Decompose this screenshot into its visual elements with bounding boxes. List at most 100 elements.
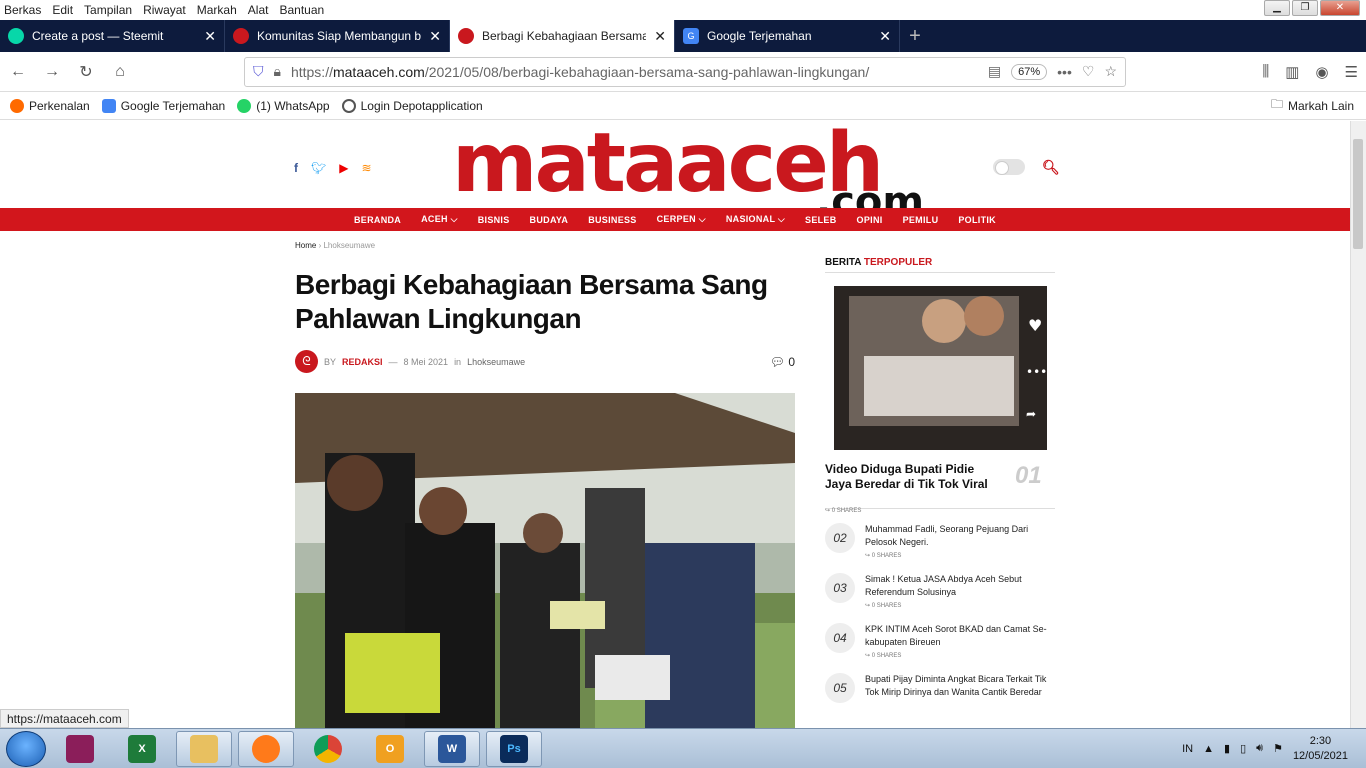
bookmark-label: Markah Lain (1287, 98, 1354, 113)
action-center-icon[interactable]: ⚑ (1273, 742, 1283, 755)
close-tab-icon[interactable]: ✕ (879, 28, 891, 45)
tab-steemit[interactable]: Create a post — Steemit ✕ (0, 20, 225, 52)
nav-budaya[interactable]: BUDAYA (530, 215, 569, 225)
reload-icon[interactable]: ↻ (76, 62, 96, 82)
tab-mataaceh[interactable]: Berbagi Kebahagiaan Bersama ✕ (450, 20, 675, 52)
nav-seleb[interactable]: SELEB (805, 215, 837, 225)
taskbar-photoshop[interactable]: Ps (486, 730, 542, 767)
sidebar-icon[interactable]: ▥ (1285, 63, 1299, 81)
nav-pemilu[interactable]: PEMILU (903, 215, 939, 225)
popular-rank: 01 (1015, 462, 1042, 489)
author-avatar[interactable]: ᘓ (295, 350, 318, 373)
youtube-icon[interactable]: ▶ (339, 161, 348, 175)
zoom-level[interactable]: 67% (1011, 63, 1048, 80)
tab-google-translate[interactable]: G Google Terjemahan ✕ (675, 20, 900, 52)
popular-sidebar: BERITA TERPOPULER ♥ ••• ➦ Video Diduga B… (825, 257, 1055, 703)
bookmarks-bar: Perkenalan Google Terjemahan (1) WhatsAp… (0, 92, 1366, 120)
article-category[interactable]: Lhokseumawe (467, 357, 525, 367)
minimize-button[interactable]: ▁ (1264, 0, 1290, 16)
popular-title[interactable]: Video Diduga Bupati Pidie Jaya Beredar d… (825, 462, 995, 492)
menu-berkas[interactable]: Berkas (4, 3, 41, 17)
nav-beranda[interactable]: BERANDA (354, 215, 401, 225)
breadcrumb-category[interactable]: Lhokseumawe (323, 241, 375, 250)
bookmark-star-icon[interactable]: ☆ (1104, 63, 1117, 80)
hamburger-menu-icon[interactable]: ☰ (1345, 63, 1358, 81)
close-window-button[interactable]: ✕ (1320, 0, 1360, 16)
popular-item-5[interactable]: 05 Bupati Pijay Diminta Angkat Bicara Te… (825, 673, 1055, 703)
nav-bisnis[interactable]: BISNIS (478, 215, 510, 225)
taskbar-word[interactable]: W (424, 730, 480, 767)
popular-title[interactable]: Simak ! Ketua JASA Abdya Aceh Sebut Refe… (865, 573, 1050, 599)
shield-icon[interactable]: ⛉ (253, 63, 264, 80)
bookmark-perkenalan[interactable]: Perkenalan (10, 98, 90, 113)
account-icon[interactable]: ◉ (1315, 63, 1328, 81)
search-icon[interactable]: 🔍︎ (1042, 159, 1060, 176)
menu-tampilan[interactable]: Tampilan (84, 3, 132, 17)
new-tab-button[interactable]: + (900, 20, 930, 52)
library-icon[interactable]: ⫼ (1262, 63, 1269, 81)
menu-markah[interactable]: Markah (197, 3, 237, 17)
address-bar[interactable]: ⛉ 🔒︎ https://mataaceh.com/2021/05/08/ber… (244, 56, 1126, 87)
show-hidden-icons[interactable]: ▲ (1203, 743, 1214, 755)
popular-item-3[interactable]: 03 Simak ! Ketua JASA Abdya Aceh Sebut R… (825, 573, 1055, 609)
sidebar-heading: BERITA TERPOPULER (825, 257, 1055, 273)
nav-nasional[interactable]: NASIONAL ⌵ (726, 214, 785, 225)
comment-count: 0 (788, 354, 795, 369)
dark-mode-toggle[interactable] (993, 159, 1025, 175)
popular-item-2[interactable]: 02 Muhammad Fadli, Seorang Pejuang Dari … (825, 523, 1055, 559)
nav-politik[interactable]: POLITIK (958, 215, 996, 225)
reader-view-icon[interactable]: ▤ (988, 63, 1001, 80)
nav-opini[interactable]: OPINI (857, 215, 883, 225)
battery-icon[interactable]: ▯ (1240, 742, 1246, 755)
nav-aceh[interactable]: ACEH ⌵ (421, 214, 458, 225)
bookmark-whatsapp[interactable]: (1) WhatsApp (237, 98, 330, 113)
comments-link[interactable]: 💬︎ 0 (770, 355, 795, 369)
page-scrollbar[interactable] (1350, 121, 1366, 728)
taskbar-firefox[interactable] (238, 730, 294, 767)
restore-button[interactable]: ❐ (1292, 0, 1318, 16)
start-button[interactable] (6, 730, 46, 767)
article-meta: ᘓ BY REDAKSI — 8 Mei 2021 in Lhokseumawe… (295, 350, 795, 373)
popular-title[interactable]: Bupati Pijay Diminta Angkat Bicara Terka… (865, 673, 1050, 699)
bookmark-other-folder[interactable]: 🗀 Markah Lain (1271, 95, 1354, 116)
taskbar-explorer[interactable] (176, 730, 232, 767)
taskbar-excel[interactable]: X (114, 731, 170, 767)
popular-item-1[interactable]: Video Diduga Bupati Pidie Jaya Beredar d… (825, 462, 1055, 514)
twitter-icon[interactable]: 🐦︎ (311, 161, 326, 175)
scrollbar-thumb[interactable] (1353, 139, 1363, 249)
back-icon[interactable]: ← (8, 63, 28, 81)
forward-icon[interactable]: → (42, 63, 62, 81)
taskbar-winrar[interactable] (52, 731, 108, 767)
page-actions-icon[interactable]: ••• (1057, 64, 1072, 80)
volume-icon[interactable]: 🔊︎ (1256, 742, 1263, 755)
facebook-icon[interactable]: f (294, 161, 298, 175)
bookmark-login-depot[interactable]: Login Depotapplication (341, 98, 483, 113)
bookmark-google-terjemahan[interactable]: Google Terjemahan (101, 98, 225, 113)
nav-cerpen[interactable]: CERPEN ⌵ (657, 214, 706, 225)
clock[interactable]: 2:30 12/05/2021 (1293, 734, 1348, 764)
popular-item-4[interactable]: 04 KPK INTIM Aceh Sorot BKAD dan Camat S… (825, 623, 1055, 659)
popular-video-thumbnail[interactable]: ♥ ••• ➦ (834, 286, 1047, 450)
menu-alat[interactable]: Alat (248, 3, 269, 17)
author-name[interactable]: REDAKSI (342, 357, 383, 367)
home-icon[interactable]: ⌂ (110, 63, 130, 81)
breadcrumb-home[interactable]: Home (295, 241, 316, 250)
network-icon[interactable]: ▮ (1224, 742, 1230, 755)
menu-edit[interactable]: Edit (52, 3, 73, 17)
url-text[interactable]: https://mataaceh.com/2021/05/08/berbagi-… (291, 64, 978, 80)
taskbar-outlook[interactable]: O (362, 731, 418, 767)
close-tab-icon[interactable]: ✕ (204, 28, 216, 45)
popular-title[interactable]: KPK INTIM Aceh Sorot BKAD dan Camat Se-k… (865, 623, 1050, 649)
rss-icon[interactable]: ≋ (361, 161, 371, 175)
tab-komunitas[interactable]: Komunitas Siap Membangun b ✕ (225, 20, 450, 52)
language-indicator[interactable]: IN (1182, 743, 1193, 755)
taskbar-chrome[interactable] (300, 731, 356, 767)
nav-business[interactable]: BUSINESS (588, 215, 636, 225)
close-tab-icon[interactable]: ✕ (654, 28, 666, 45)
popular-title[interactable]: Muhammad Fadli, Seorang Pejuang Dari Pel… (865, 523, 1050, 549)
menu-bantuan[interactable]: Bantuan (279, 3, 324, 17)
pocket-icon[interactable]: ♡ (1082, 63, 1095, 80)
close-tab-icon[interactable]: ✕ (429, 28, 441, 45)
menu-riwayat[interactable]: Riwayat (143, 3, 186, 17)
lock-icon[interactable]: 🔒︎ (274, 63, 281, 80)
